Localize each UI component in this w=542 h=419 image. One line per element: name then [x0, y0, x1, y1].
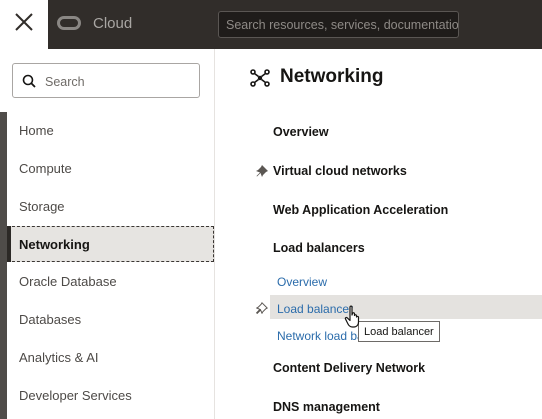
oracle-logo-icon[interactable] [57, 16, 81, 30]
menu-item-databases[interactable]: Databases [7, 301, 214, 337]
pin-outline-icon[interactable] [256, 302, 268, 314]
menu-item-oracle-database[interactable]: Oracle Database [7, 263, 214, 299]
link-load-balancers-overview[interactable]: Overview [277, 275, 327, 289]
menu-item-networking[interactable]: Networking [7, 226, 214, 262]
brand-label: Cloud [93, 15, 133, 32]
menu-item-analytics-ai[interactable]: Analytics & AI [7, 339, 214, 375]
heading-load-balancers: Load balancers [273, 241, 365, 255]
scroll-indicator [0, 112, 7, 419]
tooltip: Load balancer [358, 321, 440, 342]
hand-cursor-icon [344, 305, 360, 328]
link-networking-overview[interactable]: Overview [273, 125, 329, 139]
networking-icon [250, 69, 270, 87]
menu-item-compute[interactable]: Compute [7, 150, 214, 186]
pin-icon[interactable] [256, 165, 268, 177]
menu-item-developer-services[interactable]: Developer Services [7, 377, 214, 413]
link-load-balancer[interactable]: Load balancer [277, 302, 353, 316]
section-title: Networking [280, 66, 384, 87]
menu-search-field[interactable] [12, 63, 200, 98]
menu-search-input[interactable] [43, 71, 197, 93]
link-dns-management[interactable]: DNS management [273, 400, 380, 414]
link-content-delivery-network[interactable]: Content Delivery Network [273, 361, 425, 375]
top-bar: Cloud Search resources, services, docume… [0, 0, 542, 49]
global-search-input[interactable]: Search resources, services, documentatio [218, 11, 459, 38]
link-virtual-cloud-networks[interactable]: Virtual cloud networks [273, 164, 407, 178]
link-network-load-balancer[interactable]: Network load bal [277, 329, 366, 343]
link-web-application-acceleration[interactable]: Web Application Acceleration [273, 203, 448, 217]
search-icon [22, 74, 36, 88]
close-icon [15, 13, 33, 31]
menu-item-home[interactable]: Home [7, 112, 214, 148]
close-menu-button[interactable] [0, 0, 48, 49]
menu-item-storage[interactable]: Storage [7, 188, 214, 224]
